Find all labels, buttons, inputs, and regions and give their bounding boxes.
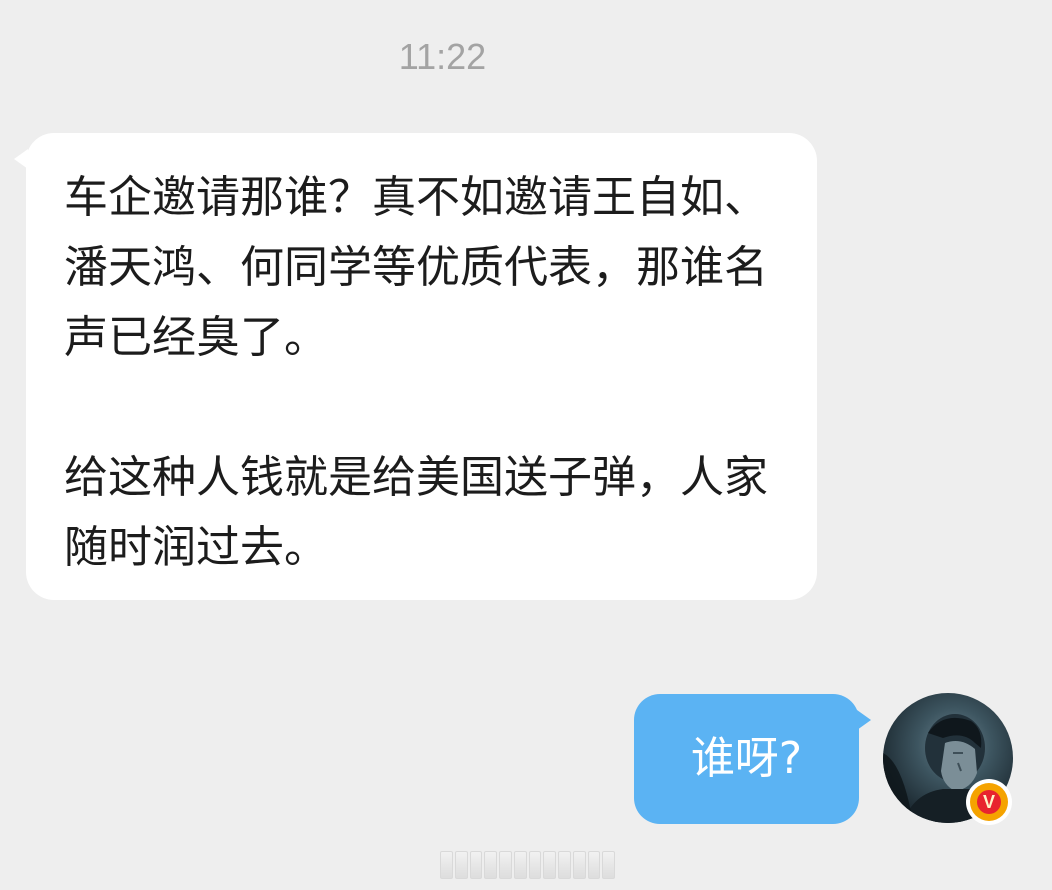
chat-area[interactable]: 11:22 车企邀请那谁？真不如邀请王自如、潘天鸿、何同学等优质代表，那谁名声已… [0, 0, 1052, 890]
verified-badge-icon: V [966, 779, 1012, 825]
message-timestamp: 11:22 [398, 36, 487, 77]
incoming-message-bubble[interactable]: 车企邀请那谁？真不如邀请王自如、潘天鸿、何同学等优质代表，那谁名声已经臭了。 给… [14, 133, 817, 600]
bubble-tail [857, 710, 871, 730]
watermark-strip [440, 850, 615, 880]
outgoing-message-bubble[interactable]: 谁呀? [634, 694, 871, 824]
verified-badge-label: V [977, 790, 1001, 814]
incoming-message-text: 车企邀请那谁？真不如邀请王自如、潘天鸿、何同学等优质代表，那谁名声已经臭了。 给… [64, 172, 768, 573]
bubble-tail [14, 149, 28, 169]
outgoing-message-text: 谁呀? [690, 733, 803, 784]
